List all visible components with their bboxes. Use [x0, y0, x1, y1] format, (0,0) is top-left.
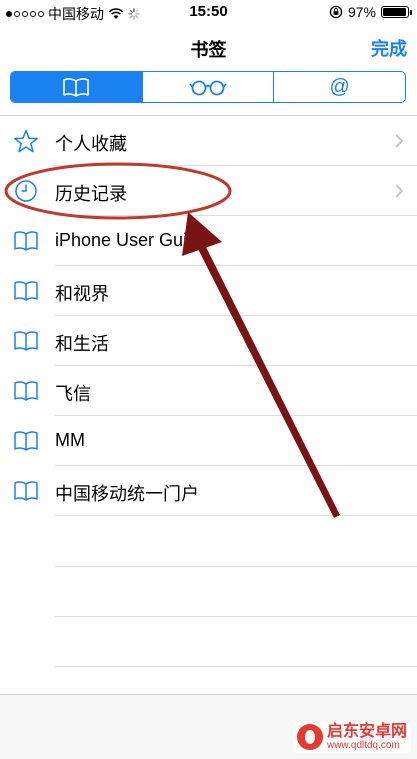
screen: 中国移动 15:50 97% 书签 完成 @ 个人收藏 历史记录 iPhone …	[0, 0, 417, 759]
book-icon	[14, 331, 38, 351]
empty-row-divider	[55, 666, 417, 667]
nav-bar: 书签 完成	[0, 24, 417, 68]
list-item-label: 个人收藏	[55, 134, 127, 154]
bookmarks-segmented-control: @	[10, 71, 406, 103]
chevron-right-icon	[395, 134, 404, 148]
rotation-lock-icon	[329, 5, 343, 19]
tab-bookmarks[interactable]	[11, 72, 142, 102]
empty-row-divider	[55, 566, 417, 567]
tab-shared-links[interactable]: @	[273, 72, 405, 102]
at-icon: @	[329, 75, 350, 98]
empty-row-divider	[55, 616, 417, 617]
list-item-label: 中国移动统一门户	[55, 484, 199, 504]
battery-icon	[381, 6, 412, 18]
bookmark-list: 个人收藏 历史记录 iPhone User Guide 和视界 和生活 飞信 M…	[0, 116, 417, 516]
list-item-favorites[interactable]: 个人收藏	[0, 116, 417, 166]
row-divider	[55, 515, 417, 516]
star-icon	[14, 129, 38, 153]
list-item-bookmark[interactable]: 飞信	[0, 366, 417, 416]
chevron-right-icon	[395, 184, 404, 198]
book-icon	[63, 78, 90, 97]
watermark-title: 启东安卓网	[326, 722, 407, 740]
book-icon	[14, 481, 38, 501]
book-icon	[14, 231, 38, 251]
glasses-icon	[189, 80, 227, 96]
status-right: 97%	[329, 4, 412, 20]
list-item-history[interactable]: 历史记录	[0, 166, 417, 216]
list-item-bookmark[interactable]: iPhone User Guide	[0, 216, 417, 266]
status-bar: 中国移动 15:50 97%	[0, 0, 417, 24]
clock-icon	[15, 180, 37, 202]
watermark-url: www.qdltdq.com	[326, 739, 400, 751]
book-icon	[14, 431, 38, 451]
done-button[interactable]: 完成	[371, 35, 407, 61]
list-item-label: 和视界	[55, 284, 109, 304]
list-item-bookmark[interactable]: MM	[0, 416, 417, 466]
battery-percent: 97%	[347, 4, 376, 20]
page-title: 书签	[190, 40, 227, 60]
list-item-label: iPhone User Guide	[55, 230, 208, 250]
list-item-label: 飞信	[55, 384, 91, 404]
book-icon	[14, 381, 38, 401]
list-item-bookmark[interactable]: 和生活	[0, 316, 417, 366]
watermark: 启东安卓网 www.qdltdq.com	[292, 721, 411, 753]
list-item-bookmark[interactable]: 和视界	[0, 266, 417, 316]
list-item-label: 和生活	[55, 334, 109, 354]
list-item-bookmark[interactable]: 中国移动统一门户	[0, 466, 417, 516]
list-item-label: MM	[55, 430, 85, 450]
battery-fill	[383, 8, 407, 16]
watermark-logo-icon	[296, 724, 323, 751]
book-icon	[14, 281, 38, 301]
tab-reading-list[interactable]	[141, 72, 274, 102]
watermark-text: 启东安卓网 www.qdltdq.com	[326, 722, 407, 751]
list-item-label: 历史记录	[55, 184, 127, 204]
